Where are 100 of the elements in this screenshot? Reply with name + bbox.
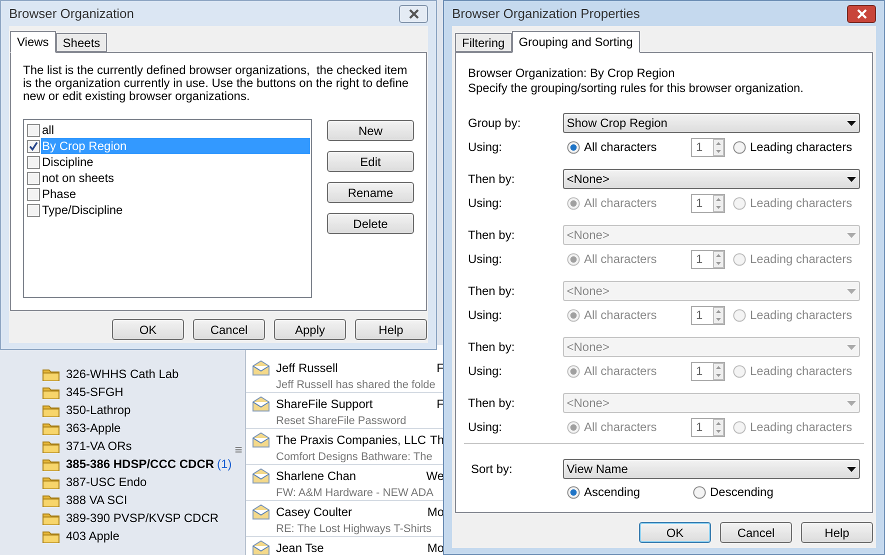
- tab[interactable]: Sheets: [56, 33, 108, 52]
- field-label: Then by:: [468, 395, 516, 412]
- dialog-button[interactable]: Edit: [327, 151, 414, 172]
- dropdown-arrow-icon: [847, 176, 856, 182]
- number-spinner[interactable]: 1: [691, 250, 725, 268]
- field-label: Then by:: [468, 339, 516, 356]
- radio-label: Leading characters: [750, 139, 852, 156]
- spinner-arrows-icon: [713, 250, 724, 268]
- message-date: We: [426, 468, 445, 485]
- radio-label: Leading characters: [750, 251, 852, 268]
- checkbox[interactable]: [27, 188, 40, 200]
- radio-button[interactable]: [733, 196, 746, 210]
- radio-button[interactable]: [567, 486, 580, 498]
- dialog-button[interactable]: Apply: [274, 319, 346, 340]
- dialog-button[interactable]: OK: [112, 319, 184, 340]
- radio-button[interactable]: [733, 420, 746, 434]
- radio-button[interactable]: [733, 364, 746, 378]
- list-item[interactable]: Discipline: [41, 154, 310, 170]
- field-label: Using:: [468, 139, 504, 156]
- field-label: Using:: [468, 251, 504, 268]
- spinner-arrows-icon: [713, 418, 724, 436]
- radio-label: Leading characters: [750, 363, 852, 380]
- header-text: Browser Organization: By Crop Region: [468, 66, 676, 81]
- folder-name[interactable]: 345-SFGH: [66, 383, 124, 401]
- window-title: Browser Organization: [9, 4, 134, 23]
- folder-name[interactable]: 371-VA ORs: [66, 437, 132, 455]
- radio-button[interactable]: [693, 486, 706, 498]
- message-sender[interactable]: Sharlene Chan: [276, 467, 356, 485]
- radio-button[interactable]: [733, 140, 746, 154]
- message-sender[interactable]: Jean Tse: [276, 539, 324, 555]
- dialog-button[interactable]: Delete: [327, 213, 414, 234]
- folder-icon: [42, 494, 60, 506]
- number-spinner[interactable]: 1: [691, 138, 725, 156]
- folder-name[interactable]: 385-386 HDSP/CCC CDCR: [66, 455, 214, 473]
- dialog-button[interactable]: Rename: [327, 182, 414, 203]
- number-spinner[interactable]: 1: [691, 194, 725, 212]
- number-spinner[interactable]: 1: [691, 362, 725, 380]
- dropdown-arrow-icon: [847, 466, 856, 472]
- list-item[interactable]: all: [41, 122, 310, 138]
- message-sender[interactable]: The Praxis Companies, LLC: [276, 431, 426, 449]
- spinner-arrows-icon: [713, 306, 724, 324]
- list-item[interactable]: Type/Discipline: [41, 202, 310, 218]
- message-sender[interactable]: Jeff Russell: [276, 359, 338, 377]
- dropdown[interactable]: <None>: [562, 169, 860, 189]
- message-sender[interactable]: Casey Coulter: [276, 503, 352, 521]
- folder-name[interactable]: 389-390 PVSP/KVSP CDCR: [66, 509, 219, 527]
- folder-name[interactable]: 403 Apple: [66, 527, 120, 545]
- folder-name[interactable]: 350-Lathrop: [66, 401, 131, 419]
- message-date: Mo: [427, 540, 445, 555]
- splitter-handle[interactable]: ≡: [234, 440, 242, 460]
- number-spinner[interactable]: 1: [691, 418, 725, 436]
- tab[interactable]: Grouping and Sorting: [512, 31, 640, 53]
- dialog-button[interactable]: Cancel: [193, 319, 265, 340]
- checkbox[interactable]: [27, 140, 40, 152]
- field-label: Then by:: [468, 227, 516, 244]
- radio-label: All characters: [584, 307, 657, 324]
- dialog-button[interactable]: Cancel: [720, 522, 792, 543]
- list-item[interactable]: Phase: [41, 186, 310, 202]
- description-text: The list is the currently defined browser organizations, the checked item is the organization currently in use. Use the buttons on the right to define new or edit existing browser organizations.: [23, 64, 410, 103]
- radio-button[interactable]: [733, 252, 746, 266]
- envelope-icon: [252, 396, 270, 412]
- close-button[interactable]: [399, 4, 428, 22]
- dropdown-arrow-icon: [847, 232, 856, 238]
- radio-label: Leading characters: [750, 307, 852, 324]
- folder-icon: [42, 476, 60, 488]
- folder-icon: [42, 386, 60, 398]
- message-date: F: [436, 396, 445, 413]
- dialog-button[interactable]: OK: [639, 522, 711, 543]
- dropdown[interactable]: View Name: [562, 459, 860, 479]
- folder-name[interactable]: 388 VA SCI: [66, 491, 128, 509]
- checkbox[interactable]: [27, 172, 40, 184]
- close-icon: [856, 8, 868, 18]
- folder-icon: [42, 422, 60, 434]
- spinner-arrows-icon: [713, 362, 724, 380]
- dialog-button[interactable]: New: [327, 120, 414, 141]
- checkbox[interactable]: [27, 124, 40, 136]
- dropdown[interactable]: Show Crop Region: [562, 113, 860, 133]
- checkbox[interactable]: [27, 156, 40, 168]
- dropdown-arrow-icon: [847, 344, 856, 350]
- dialog-button[interactable]: Help: [801, 522, 873, 543]
- envelope-icon: [252, 432, 270, 448]
- message-sender[interactable]: ShareFile Support: [276, 395, 373, 413]
- checkbox[interactable]: [27, 204, 40, 216]
- tab[interactable]: Filtering: [455, 33, 512, 52]
- spinner-arrows-icon: [713, 138, 724, 156]
- folder-name[interactable]: 363-Apple: [66, 419, 121, 437]
- folder-icon: [42, 512, 60, 524]
- radio-button[interactable]: [733, 308, 746, 322]
- field-label: Then by:: [468, 171, 516, 188]
- close-button[interactable]: [847, 4, 876, 22]
- dialog-button[interactable]: Help: [355, 319, 427, 340]
- folder-name[interactable]: 387-USC Endo: [66, 473, 147, 491]
- tab[interactable]: Views: [10, 31, 56, 53]
- message-date: F: [436, 360, 445, 377]
- radio-button[interactable]: [567, 140, 580, 154]
- folder-name[interactable]: 326-WHHS Cath Lab: [66, 365, 179, 383]
- number-spinner[interactable]: 1: [691, 306, 725, 324]
- field-label: Using:: [468, 419, 504, 436]
- list-item[interactable]: not on sheets: [41, 170, 310, 186]
- radio-label: Descending: [710, 484, 774, 501]
